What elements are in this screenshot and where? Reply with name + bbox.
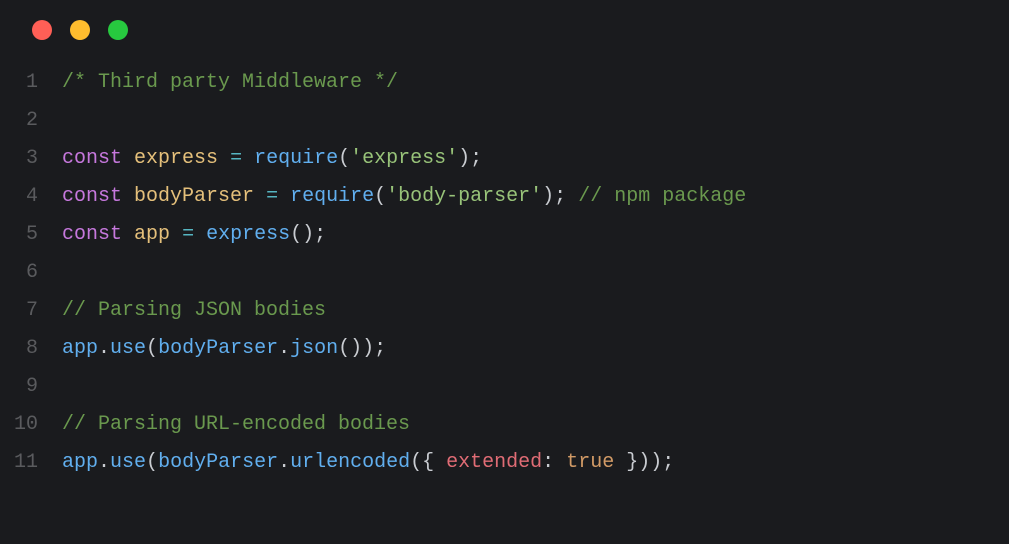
token: true bbox=[566, 451, 614, 474]
token bbox=[242, 147, 254, 170]
token: ( bbox=[374, 185, 386, 208]
code-content[interactable]: app.use(bodyParser.urlencoded({ extended… bbox=[62, 444, 674, 482]
minimize-icon[interactable] bbox=[70, 20, 90, 40]
line-number: 7 bbox=[0, 292, 62, 330]
code-line[interactable]: 4const bodyParser = require('body-parser… bbox=[0, 178, 1009, 216]
token bbox=[122, 147, 134, 170]
token: // Parsing URL-encoded bodies bbox=[62, 413, 410, 436]
line-number: 6 bbox=[0, 254, 62, 292]
line-number: 10 bbox=[0, 406, 62, 444]
token bbox=[218, 147, 230, 170]
code-content[interactable] bbox=[62, 368, 74, 406]
token: ( bbox=[146, 337, 158, 360]
code-line[interactable]: 9 bbox=[0, 368, 1009, 406]
code-line[interactable]: 1/* Third party Middleware */ bbox=[0, 64, 1009, 102]
token bbox=[254, 185, 266, 208]
traffic-lights bbox=[0, 20, 1009, 64]
code-content[interactable]: // Parsing URL-encoded bodies bbox=[62, 406, 410, 444]
code-line[interactable]: 10// Parsing URL-encoded bodies bbox=[0, 406, 1009, 444]
code-content[interactable] bbox=[62, 254, 74, 292]
token: = bbox=[266, 185, 278, 208]
token: // npm package bbox=[578, 185, 746, 208]
token: = bbox=[182, 223, 194, 246]
token: require bbox=[254, 147, 338, 170]
token: json bbox=[290, 337, 338, 360]
token: bodyParser bbox=[158, 451, 278, 474]
line-number: 4 bbox=[0, 178, 62, 216]
token: require bbox=[290, 185, 374, 208]
line-number: 3 bbox=[0, 140, 62, 178]
code-line[interactable]: 11app.use(bodyParser.urlencoded({ extend… bbox=[0, 444, 1009, 482]
token: 'body-parser' bbox=[386, 185, 542, 208]
line-number: 1 bbox=[0, 64, 62, 102]
line-number: 8 bbox=[0, 330, 62, 368]
token: const bbox=[62, 223, 122, 246]
token: . bbox=[98, 337, 110, 360]
token: urlencoded bbox=[290, 451, 410, 474]
code-line[interactable]: 3const express = require('express'); bbox=[0, 140, 1009, 178]
token: express bbox=[134, 147, 218, 170]
token: app bbox=[134, 223, 170, 246]
token bbox=[170, 223, 182, 246]
token: const bbox=[62, 185, 122, 208]
line-number: 2 bbox=[0, 102, 62, 140]
token bbox=[194, 223, 206, 246]
code-content[interactable]: const app = express(); bbox=[62, 216, 326, 254]
code-content[interactable]: const express = require('express'); bbox=[62, 140, 482, 178]
token: express bbox=[206, 223, 290, 246]
token: app bbox=[62, 451, 98, 474]
token: ({ bbox=[410, 451, 446, 474]
token: : bbox=[542, 451, 566, 474]
token: ); bbox=[542, 185, 578, 208]
token: bodyParser bbox=[158, 337, 278, 360]
token bbox=[278, 185, 290, 208]
token bbox=[122, 223, 134, 246]
code-content[interactable]: /* Third party Middleware */ bbox=[62, 64, 398, 102]
token: . bbox=[278, 337, 290, 360]
line-number: 11 bbox=[0, 444, 62, 482]
token: use bbox=[110, 337, 146, 360]
close-icon[interactable] bbox=[32, 20, 52, 40]
token: = bbox=[230, 147, 242, 170]
line-number: 9 bbox=[0, 368, 62, 406]
token: 'express' bbox=[350, 147, 458, 170]
line-number: 5 bbox=[0, 216, 62, 254]
token: const bbox=[62, 147, 122, 170]
code-line[interactable]: 6 bbox=[0, 254, 1009, 292]
code-line[interactable]: 2 bbox=[0, 102, 1009, 140]
zoom-icon[interactable] bbox=[108, 20, 128, 40]
token: ( bbox=[146, 451, 158, 474]
code-content[interactable]: // Parsing JSON bodies bbox=[62, 292, 326, 330]
code-editor[interactable]: 1/* Third party Middleware */2 3const ex… bbox=[0, 64, 1009, 482]
code-line[interactable]: 7// Parsing JSON bodies bbox=[0, 292, 1009, 330]
token: ); bbox=[458, 147, 482, 170]
token: use bbox=[110, 451, 146, 474]
token: /* Third party Middleware */ bbox=[62, 71, 398, 94]
code-line[interactable]: 5const app = express(); bbox=[0, 216, 1009, 254]
token: (); bbox=[290, 223, 326, 246]
code-content[interactable]: const bodyParser = require('body-parser'… bbox=[62, 178, 746, 216]
token: app bbox=[62, 337, 98, 360]
token: . bbox=[278, 451, 290, 474]
token: ()); bbox=[338, 337, 386, 360]
code-line[interactable]: 8app.use(bodyParser.json()); bbox=[0, 330, 1009, 368]
token: extended bbox=[446, 451, 542, 474]
editor-window: 1/* Third party Middleware */2 3const ex… bbox=[0, 0, 1009, 544]
token: ( bbox=[338, 147, 350, 170]
token: bodyParser bbox=[134, 185, 254, 208]
token bbox=[122, 185, 134, 208]
code-content[interactable] bbox=[62, 102, 74, 140]
code-content[interactable]: app.use(bodyParser.json()); bbox=[62, 330, 386, 368]
token: . bbox=[98, 451, 110, 474]
token: })); bbox=[614, 451, 674, 474]
token: // Parsing JSON bodies bbox=[62, 299, 326, 322]
